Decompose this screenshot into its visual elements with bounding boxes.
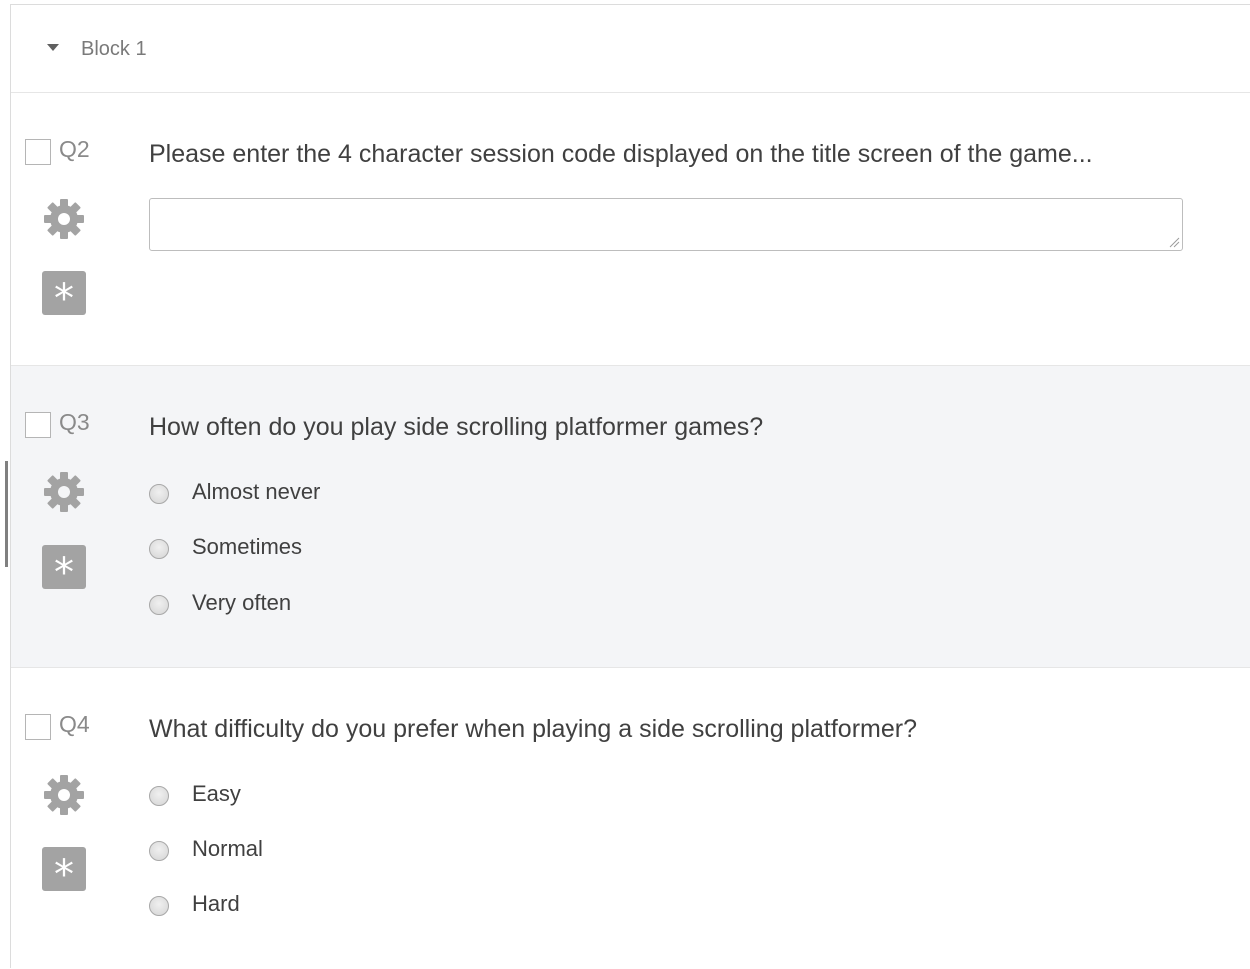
question-text: What difficulty do you prefer when playi… — [149, 715, 917, 743]
question-number: Q2 — [59, 136, 90, 162]
question-text: Please enter the 4 character session cod… — [149, 140, 1093, 168]
question-select-checkbox[interactable] — [25, 412, 51, 438]
radio-button[interactable] — [149, 841, 169, 861]
asterisk-icon[interactable]: * — [42, 271, 86, 315]
choice-label: Easy — [192, 781, 241, 806]
question-q4[interactable]: Q4 * What difficulty do you prefer when … — [11, 668, 1250, 969]
block-title: Block 1 — [81, 38, 147, 60]
choice-label: Sometimes — [192, 534, 303, 559]
choice-label: Very often — [192, 590, 292, 615]
caret-down-icon[interactable] — [47, 44, 59, 51]
question-text: How often do you play side scrolling pla… — [149, 413, 764, 441]
radio-button[interactable] — [149, 484, 169, 504]
choice-normal[interactable]: Normal — [149, 834, 549, 864]
choice-sometimes[interactable]: Sometimes — [149, 532, 549, 562]
gear-icon[interactable] — [42, 773, 86, 817]
asterisk-icon[interactable]: * — [42, 545, 86, 589]
choice-very-often[interactable]: Very often — [149, 588, 549, 618]
gear-icon[interactable] — [42, 470, 86, 514]
session-code-field[interactable] — [149, 198, 1183, 251]
gear-icon[interactable] — [42, 197, 86, 241]
radio-button[interactable] — [149, 595, 169, 615]
choice-label: Normal — [192, 836, 263, 861]
asterisk-icon[interactable]: * — [42, 847, 86, 891]
question-drag-handle[interactable] — [5, 461, 8, 567]
radio-button[interactable] — [149, 896, 169, 916]
block-header[interactable]: Block 1 — [11, 5, 1250, 93]
question-number: Q4 — [59, 711, 90, 737]
choice-hard[interactable]: Hard — [149, 889, 549, 919]
choice-label: Almost never — [192, 479, 321, 504]
choice-almost-never[interactable]: Almost never — [149, 477, 549, 507]
choice-easy[interactable]: Easy — [149, 779, 549, 809]
question-q2[interactable]: Q2 * Please enter the 4 character sessio… — [11, 93, 1250, 366]
question-select-checkbox[interactable] — [25, 139, 51, 165]
choice-label: Hard — [192, 891, 240, 916]
question-number: Q3 — [59, 409, 90, 435]
radio-button[interactable] — [149, 539, 169, 559]
resize-grip-icon[interactable] — [1168, 236, 1180, 248]
survey-editor: Block 1 Q2 * Please enter the 4 characte… — [10, 4, 1250, 968]
radio-button[interactable] — [149, 786, 169, 806]
question-select-checkbox[interactable] — [25, 714, 51, 740]
question-q3[interactable]: Q3 * How often do you play side scrollin… — [11, 366, 1250, 668]
